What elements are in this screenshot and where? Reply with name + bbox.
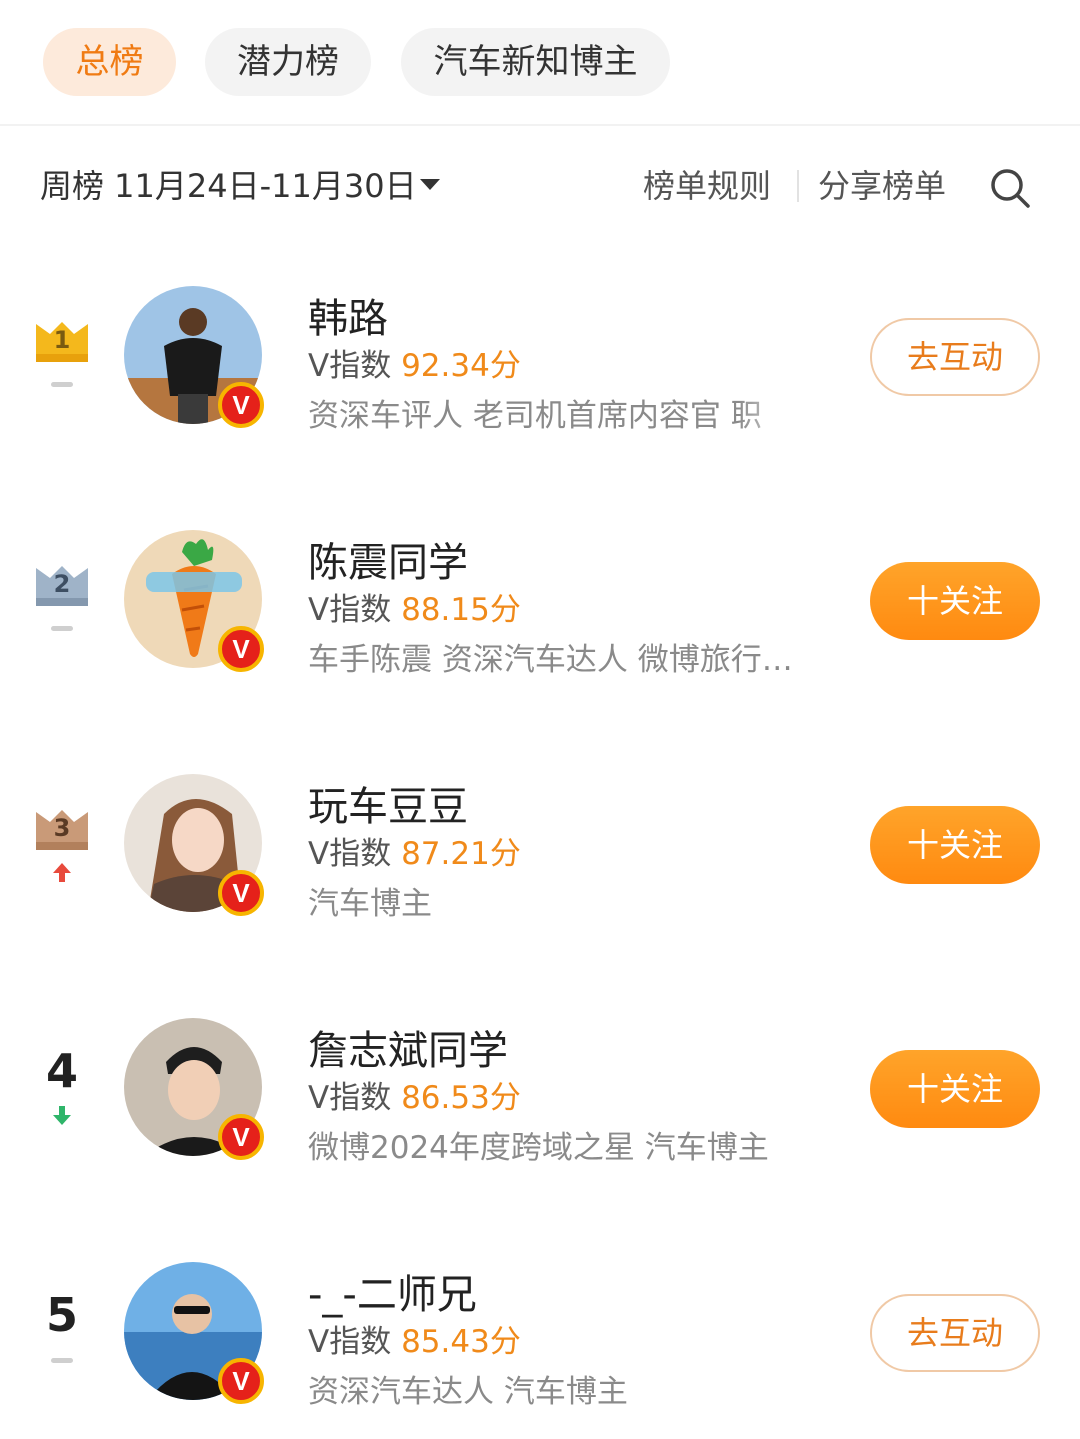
score-label: V指数 xyxy=(308,592,392,628)
list-item[interactable]: 4 V 詹志斌同学 V指数 86.53分 微博2024年度跨域之星 汽车博主 十… xyxy=(0,996,1080,1196)
score-label: V指数 xyxy=(308,836,392,872)
rank-number: 3 xyxy=(53,814,71,842)
score-value: 86.53分 xyxy=(401,1080,521,1116)
tab-car-new-knowledge[interactable]: 汽车新知博主 xyxy=(401,28,670,96)
rules-link[interactable]: 榜单规则 xyxy=(643,150,771,222)
share-link[interactable]: 分享榜单 xyxy=(818,150,946,222)
user-name[interactable]: 韩路 xyxy=(308,286,388,344)
verified-badge-icon: V xyxy=(218,1358,264,1404)
tab-potential[interactable]: 潜力榜 xyxy=(205,28,371,96)
rank-number: 4 xyxy=(45,1044,78,1098)
rank-number: 2 xyxy=(53,570,71,598)
interact-button[interactable]: 去互动 xyxy=(870,1294,1040,1372)
rank-indicator: 4 xyxy=(30,996,94,1166)
rank-indicator: 5 xyxy=(30,1240,94,1410)
user-description: 微博2024年度跨域之星 汽车博主 xyxy=(308,1130,769,1166)
user-description: 资深车评人 老司机首席内容官 职 xyxy=(308,398,762,434)
search-icon[interactable] xyxy=(988,166,1032,210)
verified-badge-icon: V xyxy=(218,870,264,916)
score-label: V指数 xyxy=(308,348,392,384)
user-name[interactable]: 詹志斌同学 xyxy=(308,1018,508,1076)
list-item[interactable]: 3 V 玩车豆豆 V指数 87.21分 汽车博主 十关注 xyxy=(0,752,1080,952)
list-item[interactable]: 1 V 韩路 V指数 92.34分 资深车评人 老司机首席内容官 职 去互动 xyxy=(0,264,1080,464)
rank-number: 1 xyxy=(53,326,71,354)
score-value: 88.15分 xyxy=(401,592,521,628)
follow-button[interactable]: 十关注 xyxy=(870,806,1040,884)
score-label: V指数 xyxy=(308,1080,392,1116)
user-name[interactable]: -_-二师兄 xyxy=(308,1262,477,1320)
rank-indicator: 1 xyxy=(30,264,94,434)
verified-badge-icon: V xyxy=(218,626,264,672)
v-index-score: V指数 87.21分 xyxy=(308,828,521,873)
rank-indicator: 2 xyxy=(30,508,94,678)
verified-badge-icon: V xyxy=(218,382,264,428)
category-tabs: 总榜 潜力榜 汽车新知博主 xyxy=(0,0,1080,126)
user-description: 车手陈震 资深汽车达人 微博旅行… xyxy=(308,642,793,678)
trend-flat-icon xyxy=(51,626,73,631)
score-value: 92.34分 xyxy=(401,348,521,384)
v-index-score: V指数 88.15分 xyxy=(308,584,521,629)
list-item[interactable]: 5 V -_-二师兄 V指数 85.43分 资深汽车达人 汽车博主 去互动 xyxy=(0,1240,1080,1439)
user-description: 汽车博主 xyxy=(308,886,432,922)
trend-down-icon xyxy=(53,1106,71,1125)
follow-button[interactable]: 十关注 xyxy=(870,1050,1040,1128)
list-item[interactable]: 2 V 陈震同学 V指数 88.15分 车手陈震 资深汽车达人 微博旅行… 十关… xyxy=(0,508,1080,708)
score-label: V指数 xyxy=(308,1324,392,1360)
rank-number: 5 xyxy=(45,1288,78,1342)
v-index-score: V指数 92.34分 xyxy=(308,340,521,385)
user-description: 资深汽车达人 汽车博主 xyxy=(308,1374,628,1410)
verified-badge-icon: V xyxy=(218,1114,264,1160)
user-name[interactable]: 陈震同学 xyxy=(308,530,468,588)
tab-overall[interactable]: 总榜 xyxy=(43,28,176,96)
caret-down-icon[interactable] xyxy=(420,179,440,190)
rank-indicator: 3 xyxy=(30,752,94,922)
follow-button[interactable]: 十关注 xyxy=(870,562,1040,640)
divider xyxy=(797,170,799,202)
user-name[interactable]: 玩车豆豆 xyxy=(308,774,468,832)
filter-row: 周榜 11月24日-11月30日 榜单规则 分享榜单 xyxy=(0,150,1080,222)
week-selector[interactable]: 周榜 11月24日-11月30日 xyxy=(40,150,417,222)
trend-up-icon xyxy=(53,863,71,882)
v-index-score: V指数 86.53分 xyxy=(308,1072,521,1117)
v-index-score: V指数 85.43分 xyxy=(308,1316,521,1361)
score-value: 87.21分 xyxy=(401,836,521,872)
interact-button[interactable]: 去互动 xyxy=(870,318,1040,396)
trend-flat-icon xyxy=(51,1358,73,1363)
score-value: 85.43分 xyxy=(401,1324,521,1360)
trend-flat-icon xyxy=(51,382,73,387)
